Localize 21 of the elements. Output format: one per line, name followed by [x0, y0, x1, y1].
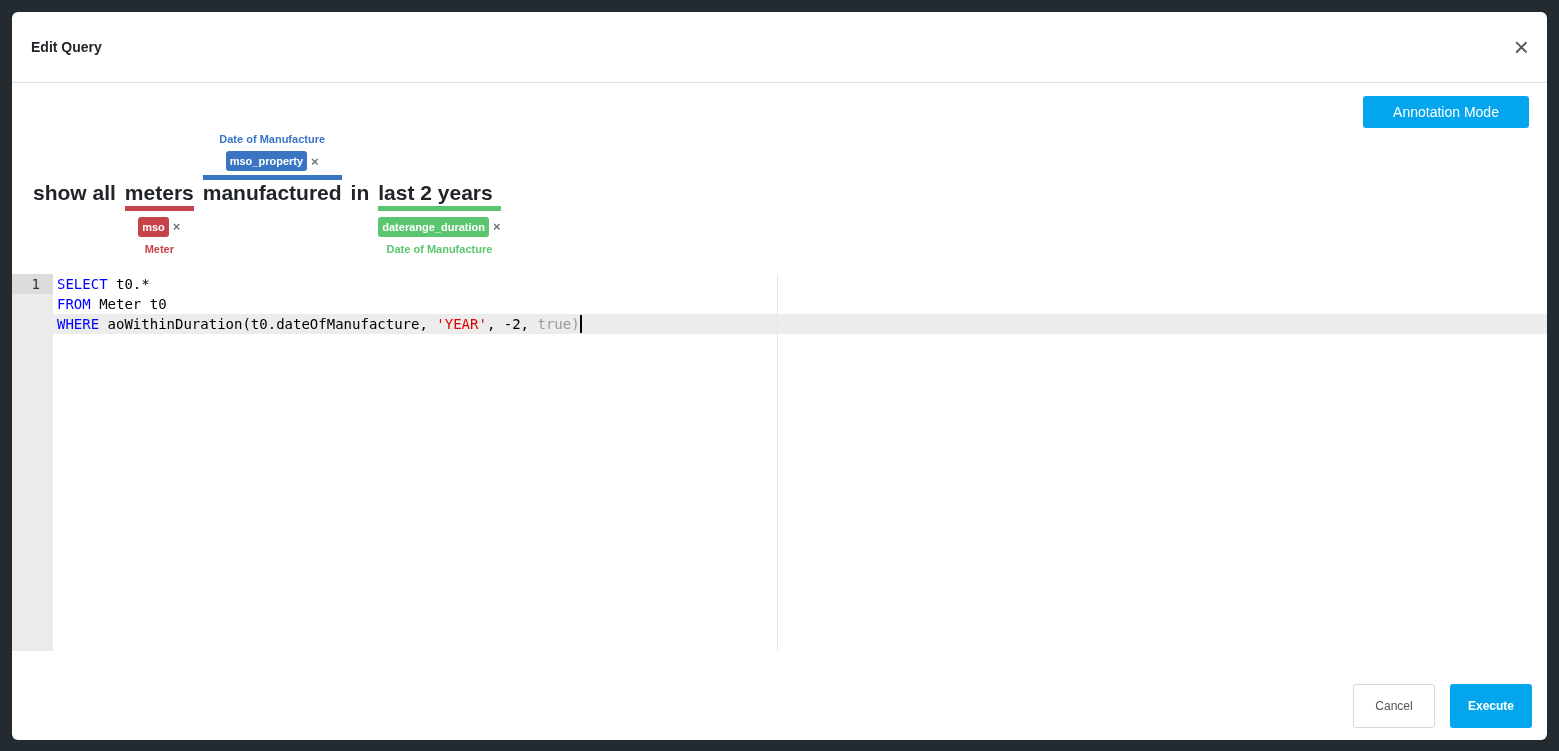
code-line: SELECT t0.* — [56, 275, 151, 294]
execute-button[interactable]: Execute — [1450, 684, 1532, 728]
annotation-label: Date of Manufacture — [219, 133, 326, 146]
annotation-label: Date of Manufacture — [386, 242, 493, 255]
remove-annotation-button[interactable]: × — [311, 153, 319, 169]
remove-annotation-button[interactable]: × — [172, 219, 181, 235]
text-cursor — [579, 315, 582, 333]
code-line: FROM Meter t0 — [56, 295, 168, 314]
annotation-mode-button[interactable]: Annotation Mode — [1363, 96, 1529, 128]
annotation-label: Meter — [144, 242, 174, 255]
line-number: 1 — [31, 276, 40, 292]
sentence-word: last 2 years — [378, 180, 493, 206]
annotation-tag[interactable]: mso_property — [225, 151, 308, 172]
remove-annotation-button[interactable]: × — [492, 219, 501, 235]
sentence-word: manufactured — [202, 180, 342, 206]
sentence-word: show all — [33, 180, 116, 206]
sentence-word: meters — [124, 180, 194, 206]
annotation-tag[interactable]: mso — [138, 216, 169, 237]
sentence-word: in — [350, 180, 370, 206]
dialog-title: Edit Query — [31, 39, 102, 55]
cancel-button[interactable]: Cancel — [1353, 684, 1435, 728]
